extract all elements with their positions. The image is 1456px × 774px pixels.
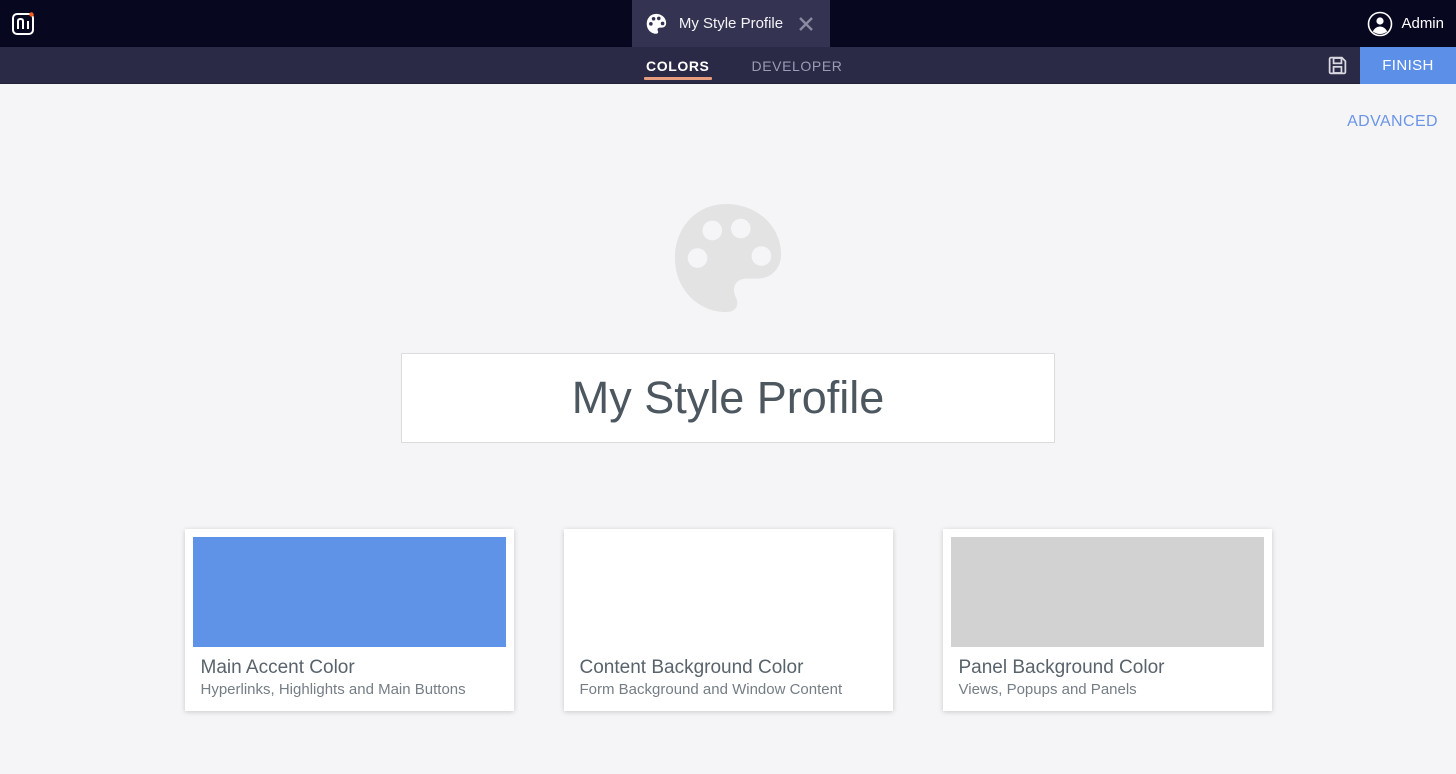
tab-colors[interactable]: COLORS xyxy=(632,47,724,84)
card-title: Main Accent Color xyxy=(200,657,355,678)
color-cards-row: Main Accent Color Hyperlinks, Highlights… xyxy=(0,529,1456,711)
app-logo[interactable] xyxy=(8,8,40,40)
profile-title: My Style Profile xyxy=(571,372,885,423)
tab-title: My Style Profile xyxy=(678,15,784,32)
app-logo-icon xyxy=(12,11,34,35)
card-title: Panel Background Color xyxy=(958,657,1165,678)
user-avatar-icon xyxy=(1368,11,1393,36)
card-title: Content Background Color xyxy=(579,657,804,678)
save-floppy-icon xyxy=(1328,56,1346,75)
card-panel-background-color[interactable]: Panel Background Color Views, Popups and… xyxy=(942,529,1272,711)
color-swatch[interactable] xyxy=(571,537,885,647)
profile-title-box[interactable]: My Style Profile xyxy=(401,353,1055,443)
mode-tabs: COLORS DEVELOPER xyxy=(632,47,857,84)
tab-developer[interactable]: DEVELOPER xyxy=(738,47,857,84)
main-content: ADVANCED My Style Profile Main Accent Co… xyxy=(0,85,1456,774)
finish-button[interactable]: FINISH xyxy=(1360,47,1456,84)
card-subtitle: Views, Popups and Panels xyxy=(958,681,1137,698)
editor-toolbar: COLORS DEVELOPER FINISH xyxy=(0,47,1456,84)
palette-icon xyxy=(674,203,782,313)
color-swatch[interactable] xyxy=(950,537,1264,647)
save-button[interactable] xyxy=(1314,47,1360,84)
palette-icon xyxy=(646,13,667,34)
toolbar-right: FINISH xyxy=(1314,47,1456,84)
card-subtitle: Form Background and Window Content xyxy=(579,681,843,698)
tab-close-button[interactable] xyxy=(795,13,816,35)
user-name: Admin xyxy=(1401,15,1444,32)
advanced-link[interactable]: ADVANCED xyxy=(1347,113,1438,131)
user-menu[interactable]: Admin xyxy=(1367,0,1444,47)
top-bar: My Style Profile Admin xyxy=(0,0,1456,47)
card-subtitle: Hyperlinks, Highlights and Main Buttons xyxy=(200,681,466,698)
card-main-accent-color[interactable]: Main Accent Color Hyperlinks, Highlights… xyxy=(184,529,514,711)
profile-palette-illustration xyxy=(671,202,785,321)
card-content-background-color[interactable]: Content Background Color Form Background… xyxy=(563,529,893,711)
close-icon xyxy=(798,16,813,31)
color-swatch[interactable] xyxy=(192,537,506,647)
document-tab-my-style-profile[interactable]: My Style Profile xyxy=(632,0,830,47)
